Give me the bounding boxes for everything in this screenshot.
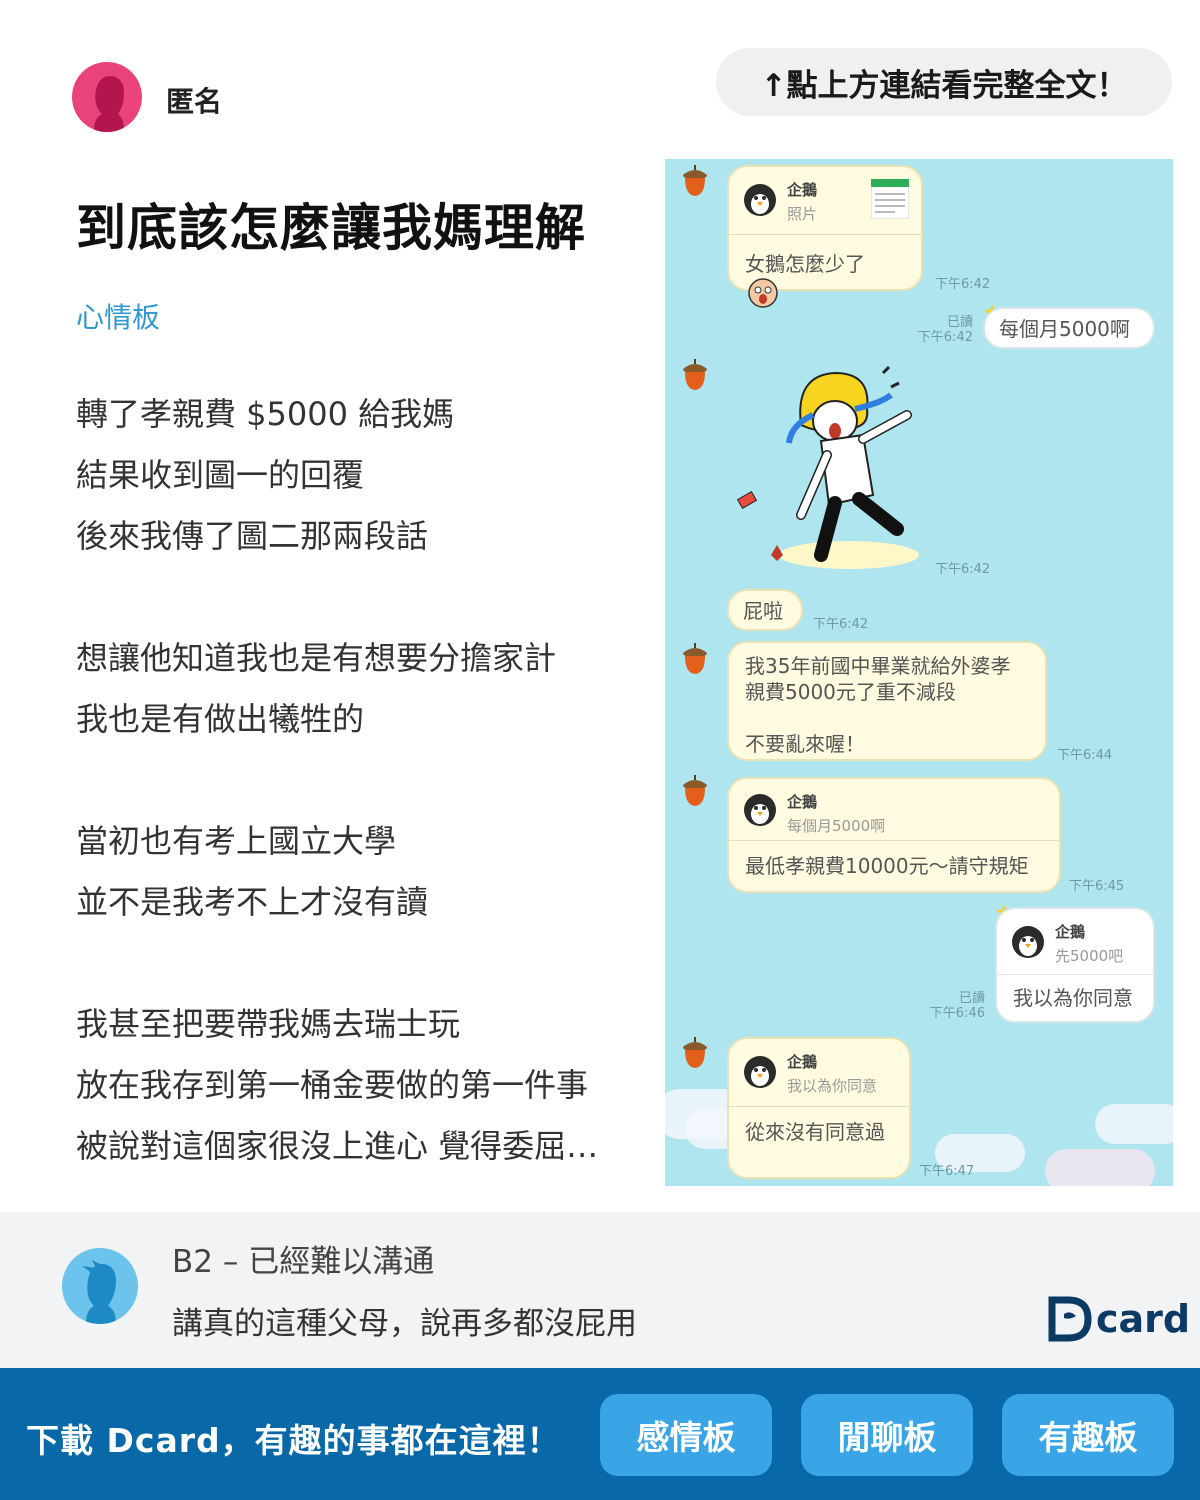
chat-bubble-incoming[interactable]: 企鵝 我以為你同意 從來沒有同意過: [727, 1037, 911, 1179]
message-time: 下午6:42: [935, 562, 991, 577]
message-text: 我以為你同意: [1013, 986, 1133, 1010]
quote-author: 企鵝: [787, 181, 818, 199]
read-label: 已讀: [946, 315, 973, 330]
read-more-banner[interactable]: ↑點上方連結看完整全文！: [716, 48, 1172, 116]
penguin-avatar-icon: [744, 794, 776, 826]
penguin-avatar-icon: [1012, 926, 1044, 958]
chat-bubble-incoming[interactable]: 企鵝 每個月5000啊 最低孝親費10000元～請守規矩: [727, 777, 1061, 893]
message-time: 下午6:44: [1057, 748, 1113, 763]
cloud-decoration: [1045, 1149, 1155, 1186]
message-time: 下午6:47: [919, 1164, 975, 1179]
chat-bubble-incoming[interactable]: 我35年前國中畢業就給外婆孝 親費5000元了重不減段 不要亂來喔！: [727, 641, 1047, 761]
author-name[interactable]: 匿名: [166, 80, 222, 120]
message-time: 下午6:45: [1069, 879, 1125, 894]
post-line: 當初也有考上國立大學: [76, 822, 397, 860]
read-receipt: 已讀 下午6:42: [915, 315, 973, 345]
chat-bubble-incoming[interactable]: 企鵝 照片 女鵝怎麼少了: [727, 165, 923, 308]
dcard-d-logo-icon: [1048, 1296, 1092, 1342]
quote-snippet: 每個月5000啊: [787, 817, 886, 835]
reply-quote: 企鵝 我以為你同意: [729, 1039, 909, 1107]
female-silhouette-icon: [94, 76, 124, 132]
post-line: 轉了孝親費 $5000 給我媽: [76, 395, 455, 433]
message-time: 下午6:42: [935, 277, 991, 292]
read-label: 已讀: [958, 991, 985, 1006]
post-line: 我甚至把要帶我媽去瑞士玩: [76, 1005, 461, 1043]
reply-quote: 企鵝 照片: [729, 167, 921, 235]
post-line: 結果收到圖一的回覆: [76, 456, 365, 494]
download-slogan: 下載 Dcard，有趣的事都在這裡！: [26, 1421, 561, 1460]
message-time: 下午6:42: [813, 617, 869, 632]
message-time: 下午6:46: [929, 1006, 985, 1021]
board-button-funny[interactable]: 有趣板: [1002, 1394, 1174, 1476]
post-title: 到底該怎麼讓我媽理解: [76, 199, 586, 257]
acorn-avatar-icon[interactable]: [679, 163, 711, 197]
post-line-gap: [76, 750, 656, 811]
comment-floor-and-author: B2 – 已經難以溝通: [172, 1244, 435, 1280]
quote-snippet: 照片: [787, 205, 818, 223]
acorn-avatar-icon[interactable]: [679, 641, 711, 675]
acorn-avatar-icon[interactable]: [679, 773, 711, 807]
post-line: 後來我傳了圖二那兩段話: [76, 517, 429, 555]
message-line: 不要亂來喔！: [745, 732, 865, 756]
board-link[interactable]: 心情板: [76, 296, 160, 336]
message-line-gap: [745, 705, 1029, 731]
message-text: 最低孝親費10000元～請守規矩: [745, 854, 1029, 878]
board-button-relationship[interactable]: 感情板: [600, 1394, 772, 1476]
photo-thumbnail-icon: [871, 179, 909, 219]
male-silhouette-icon: [82, 1260, 116, 1324]
penguin-avatar-icon: [744, 1056, 776, 1088]
message-line: 親費5000元了重不減段: [745, 680, 956, 704]
read-receipt: 已讀 下午6:46: [927, 991, 985, 1021]
dcard-logo[interactable]: card: [1048, 1296, 1190, 1342]
author-avatar[interactable]: [72, 62, 142, 132]
post-line-gap: [76, 933, 656, 994]
message-line: 我35年前國中畢業就給外婆孝: [745, 654, 1011, 678]
quote-author: 企鵝: [787, 793, 818, 811]
post-line: 想讓他知道我也是有想要分擔家計: [76, 639, 557, 677]
message-text: 從來沒有同意過: [745, 1120, 885, 1144]
shocked-face-emoji-icon: [748, 278, 778, 308]
quote-author: 企鵝: [1055, 923, 1086, 941]
quote-snippet: 先5000吧: [1055, 947, 1124, 965]
chat-bubble-outgoing[interactable]: 企鵝 先5000吧 我以為你同意: [995, 907, 1155, 1023]
post-line: 放在我存到第一桶金要做的第一件事: [76, 1066, 589, 1104]
post-line: 被說對這個家很沒上進心 覺得委屈…: [76, 1127, 599, 1165]
quote-author: 企鵝: [787, 1053, 818, 1071]
chat-screenshot[interactable]: 企鵝 照片 女鵝怎麼少了 下午6:42 已讀 下午6:42 每個月5000啊 下…: [665, 159, 1173, 1186]
dcard-logo-text: card: [1096, 1297, 1191, 1341]
message-time: 下午6:42: [917, 330, 973, 345]
reply-quote: 企鵝 每個月5000啊: [729, 779, 1059, 841]
reply-quote: 企鵝 先5000吧: [997, 909, 1153, 975]
cloud-decoration: [1095, 1104, 1173, 1144]
acorn-avatar-icon[interactable]: [679, 1035, 711, 1069]
post-line-gap: [76, 567, 656, 628]
quote-snippet: 我以為你同意: [787, 1077, 878, 1095]
download-footer: 下載 Dcard，有趣的事都在這裡！ 感情板 閒聊板 有趣板: [0, 1368, 1200, 1500]
comment-text: 講真的這種父母，說再多都沒屁用: [172, 1306, 637, 1342]
chat-bubble-outgoing[interactable]: 每個月5000啊: [983, 307, 1155, 349]
acorn-avatar-icon[interactable]: [679, 357, 711, 391]
post-body: 轉了孝親費 $5000 給我媽 結果收到圖一的回覆 後來我傳了圖二那兩段話 想讓…: [76, 384, 656, 1177]
chat-bubble-incoming[interactable]: 屁啦: [727, 589, 803, 631]
post-line: 並不是我考不上才沒有讀: [76, 883, 429, 921]
message-text: 女鵝怎麼少了: [745, 252, 865, 276]
board-button-talk[interactable]: 閒聊板: [801, 1394, 973, 1476]
commenter-avatar[interactable]: [62, 1248, 138, 1324]
crying-girl-sticker[interactable]: [731, 365, 927, 571]
top-comment[interactable]: B2 – 已經難以溝通 講真的這種父母，說再多都沒屁用 card: [0, 1212, 1200, 1368]
penguin-avatar-icon: [744, 184, 776, 216]
post-line: 我也是有做出犧牲的: [76, 700, 365, 738]
